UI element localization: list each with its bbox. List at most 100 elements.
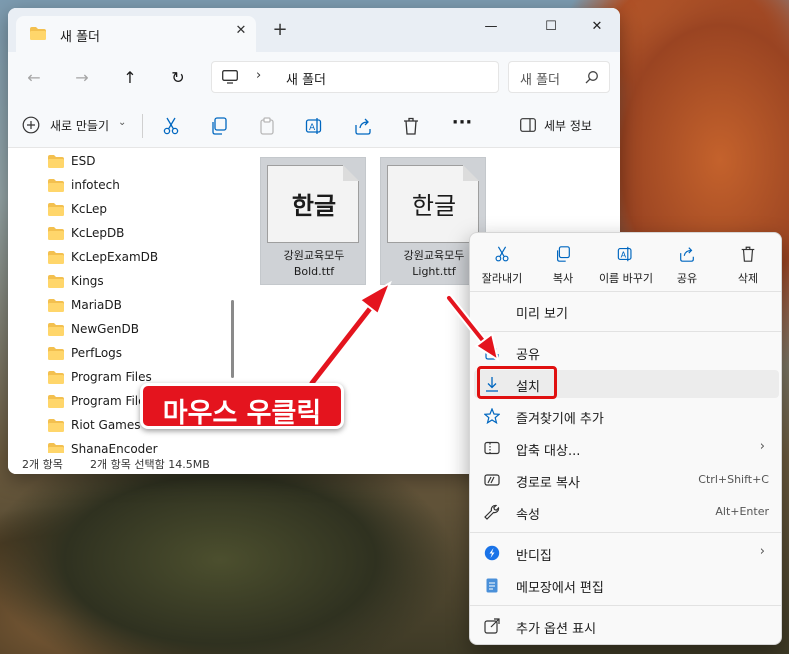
menu-item-label: 추가 옵션 표시 [516, 622, 597, 637]
menu-divider [470, 605, 781, 606]
folder-icon [48, 227, 64, 240]
nav-folder-label: ShanaEncoder [71, 442, 158, 453]
nav-folder-item[interactable]: KcLep [48, 199, 228, 221]
address-input[interactable]: › 새 폴더 [211, 61, 499, 93]
breadcrumb-chevron-icon[interactable]: › [256, 68, 261, 83]
scissors-icon [495, 246, 509, 262]
nav-folder-item[interactable]: KcLepDB [48, 223, 228, 245]
svg-text:A: A [621, 250, 627, 260]
breadcrumb-current[interactable]: 새 폴더 [286, 69, 326, 88]
item-count: 2개 항목 [22, 458, 63, 471]
menu-item-label: 미리 보기 [516, 307, 568, 322]
search-icon [585, 71, 598, 84]
zip-folder-icon [484, 441, 500, 455]
rename-icon[interactable]: A [305, 116, 325, 136]
paste-icon[interactable] [257, 116, 277, 136]
copy-label: 복사 [552, 272, 574, 285]
delete-quick-action[interactable]: 삭제 [718, 243, 778, 293]
folder-icon [48, 443, 64, 453]
nav-folder-label: ESD [71, 154, 96, 168]
refresh-button[interactable]: ↻ [162, 64, 194, 92]
menu-item-label: 즐겨찾기에 추가 [516, 412, 604, 427]
folder-icon [48, 323, 64, 336]
nav-folder-item[interactable]: MariaDB [48, 295, 228, 317]
menu-item-properties[interactable]: 속성 Alt+Enter [474, 498, 779, 526]
folder-icon [48, 299, 64, 312]
minimize-button[interactable]: — [468, 12, 514, 42]
nav-folder-label: PerfLogs [71, 346, 123, 360]
new-button-label: 새로 만들기 [50, 119, 110, 133]
page-fold [343, 165, 359, 181]
font-preview-glyph: 한글 [291, 192, 337, 220]
more-options-icon[interactable]: ··· [450, 112, 474, 136]
folder-icon [48, 347, 64, 360]
file-item-bold-ttf[interactable]: 한글 강원교육모두 Bold.ttf [260, 157, 366, 285]
folder-icon [48, 203, 64, 216]
nav-folder-item[interactable]: KcLepExamDB [48, 247, 228, 269]
selection-info: 2개 항목 선택함 14.5MB [90, 458, 210, 471]
command-bar: 새로 만들기 ⌄ A ··· 세부 정보 [8, 104, 620, 148]
delete-trash-icon[interactable] [401, 116, 421, 136]
menu-item-copy-path[interactable]: 경로로 복사 Ctrl+Shift+C [474, 466, 779, 494]
close-button[interactable]: ✕ [574, 12, 620, 42]
menu-item-shortcut: Alt+Enter [715, 505, 769, 518]
menu-item-label: 메모장에서 편집 [516, 581, 604, 596]
font-preview-glyph: 한글 [411, 192, 457, 220]
nav-folder-label: KcLepExamDB [71, 250, 159, 264]
toolbar-divider [142, 114, 143, 138]
nav-folder-item[interactable]: NewGenDB [48, 319, 228, 341]
plus-circle-icon [22, 116, 40, 134]
computer-icon [222, 70, 238, 84]
menu-item-add-favorite[interactable]: 즐겨찾기에 추가 [474, 402, 779, 430]
back-button[interactable]: ← [18, 64, 50, 92]
forward-button[interactable]: → [66, 64, 98, 92]
nav-pane-scrollbar[interactable] [231, 300, 234, 378]
menu-item-share[interactable]: 공유 [474, 338, 779, 366]
title-bar: 새 폴더 ✕ + — ☐ ✕ [8, 8, 620, 52]
menu-item-bandizip[interactable]: 반디집 › [474, 539, 779, 567]
new-tab-button[interactable]: + [270, 18, 290, 42]
right-click-annotation: 마우스 우클릭 [140, 383, 344, 429]
maximize-button[interactable]: ☐ [528, 12, 574, 42]
cut-label: 잘라내기 [481, 272, 523, 285]
share-icon [680, 247, 694, 262]
menu-item-shortcut: Ctrl+Shift+C [698, 473, 769, 486]
nav-folder-item[interactable]: ShanaEncoder [48, 439, 228, 453]
menu-item-show-more-options[interactable]: 추가 옵션 표시 [474, 612, 779, 640]
menu-item-label: 속성 [516, 508, 540, 523]
tab-new-folder[interactable]: 새 폴더 ✕ [16, 16, 256, 52]
rename-quick-action[interactable]: A 이름 바꾸기 [596, 243, 656, 293]
svg-text:A: A [309, 123, 316, 133]
cut-scissors-icon[interactable] [161, 116, 181, 136]
trash-icon [741, 246, 755, 262]
nav-folder-item[interactable]: Kings [48, 271, 228, 293]
share-icon[interactable] [353, 116, 373, 136]
nav-folder-item[interactable]: ESD [48, 151, 228, 173]
submenu-chevron-icon: › [759, 439, 765, 454]
context-menu: 잘라내기 복사 A 이름 바꾸기 공유 삭제 미리 보기 공유 설치 즐겨찾기에… [469, 232, 782, 645]
nav-folder-item[interactable]: PerfLogs [48, 343, 228, 365]
menu-item-edit-notepad[interactable]: 메모장에서 편집 [474, 571, 779, 599]
nav-folder-item[interactable]: infotech [48, 175, 228, 197]
page-fold [463, 165, 479, 181]
up-button[interactable]: ↑ [114, 64, 146, 92]
folder-icon [48, 179, 64, 192]
share-quick-action[interactable]: 공유 [657, 243, 717, 293]
menu-item-compress[interactable]: 압축 대상... › [474, 434, 779, 462]
search-input[interactable]: 새 폴더 [508, 61, 610, 93]
folder-icon [48, 395, 64, 408]
open-external-icon [484, 618, 500, 634]
file-name: 강원교육모두 Bold.ttf [263, 248, 365, 280]
menu-item-preview[interactable]: 미리 보기 [474, 297, 779, 325]
annotation-text: 마우스 우클릭 [162, 398, 322, 429]
folder-icon [48, 251, 64, 264]
folder-icon [48, 155, 64, 168]
copy-quick-action[interactable]: 복사 [533, 243, 593, 293]
details-pane-icon [520, 118, 536, 132]
address-bar-row: ← → ↑ ↻ › 새 폴더 새 폴더 [8, 52, 620, 104]
nav-folder-label: NewGenDB [71, 322, 139, 336]
nav-folder-label: infotech [71, 178, 120, 192]
copy-icon[interactable] [209, 116, 229, 136]
cut-quick-action[interactable]: 잘라내기 [472, 243, 532, 293]
tab-close-icon[interactable]: ✕ [232, 23, 250, 43]
